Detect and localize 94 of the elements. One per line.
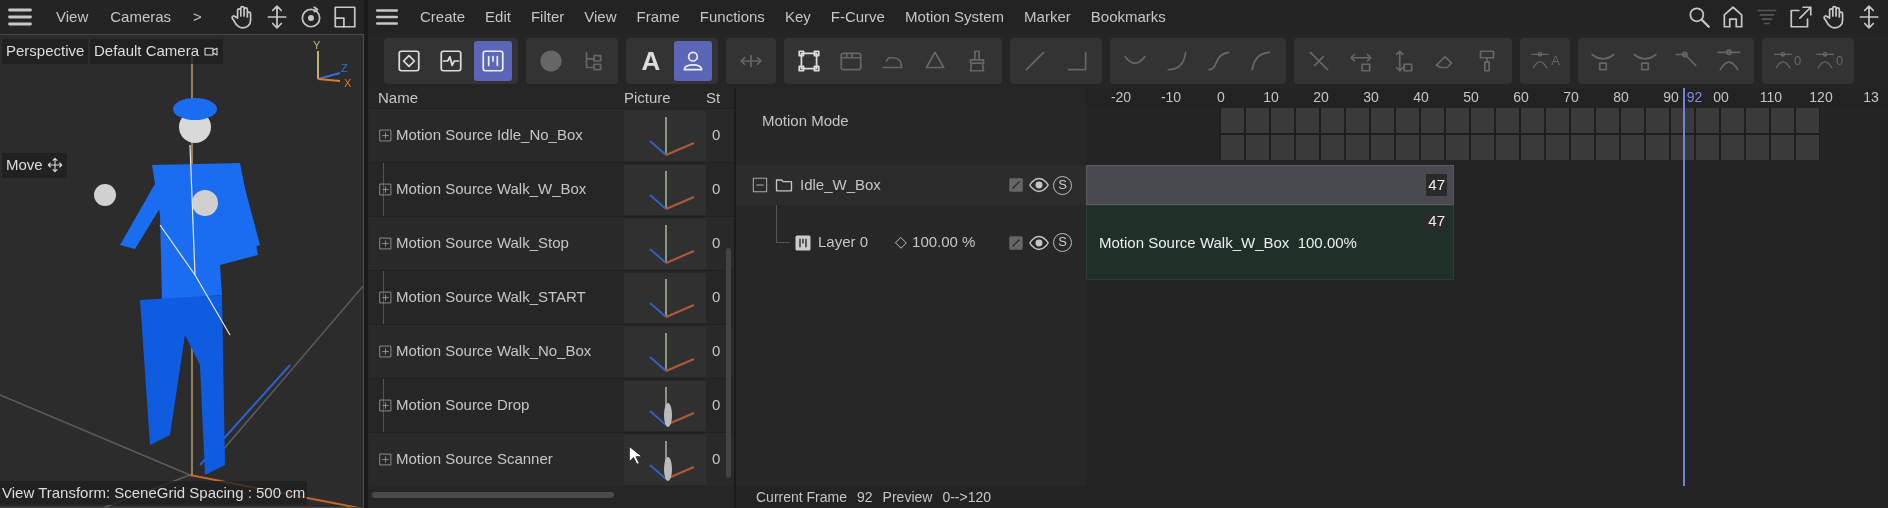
motion-source-name[interactable]: Motion Source Walk_Stop — [392, 232, 624, 255]
pencil-icon[interactable] — [1007, 176, 1025, 194]
menu-item[interactable]: Filter — [530, 5, 565, 29]
ruler-label: 80 — [1613, 89, 1629, 105]
expand-icon[interactable] — [379, 129, 392, 142]
menu-item[interactable]: Edit — [485, 5, 511, 29]
view-label[interactable]: Perspective — [2, 39, 89, 64]
ruler-label: 90 — [1663, 89, 1679, 105]
status-value: 0 — [711, 341, 722, 362]
menu-item[interactable]: View — [584, 5, 617, 29]
expand-icon[interactable] — [379, 183, 392, 196]
ruler-label: 13 — [1863, 89, 1879, 105]
status-value: 0 — [711, 395, 722, 416]
maximize-icon[interactable] — [332, 4, 358, 30]
menu-item[interactable]: Cameras — [110, 5, 172, 29]
column-header[interactable]: Picture — [624, 86, 706, 110]
expand-icon[interactable] — [379, 291, 392, 304]
menu-item[interactable]: Create — [420, 5, 466, 29]
home-icon[interactable] — [1720, 4, 1746, 30]
status-value: 0 — [711, 287, 722, 308]
playhead-label: 92 — [1686, 88, 1703, 106]
status-text: 92 — [857, 487, 873, 507]
menu-item[interactable]: Bookmarks — [1090, 5, 1166, 29]
weight-value[interactable]: 100.00 % — [912, 231, 976, 254]
status-value: 0 — [711, 233, 722, 254]
ruler-label: 50 — [1463, 89, 1479, 105]
track-name[interactable]: Idle_W_Box — [800, 173, 881, 197]
motion-source-name[interactable]: Motion Source Walk_START — [392, 286, 624, 309]
tangent-icon — [1772, 51, 1793, 71]
tangent-icon — [1530, 51, 1551, 71]
ruler-label: 10 — [1263, 89, 1279, 105]
menu-item[interactable]: Key — [784, 5, 811, 29]
menu-item[interactable]: Functions — [699, 5, 765, 29]
motion-source-name[interactable]: Motion Source Idle_No_Box — [392, 124, 624, 147]
status-value: 0 — [711, 449, 722, 470]
menu-item[interactable]: Frame — [636, 5, 680, 29]
clip-bar[interactable]: 47 Motion Source Walk_W_Box 100.00% — [1086, 205, 1454, 280]
motion-source-name[interactable]: Motion Source Scanner — [392, 448, 624, 471]
chevron-button[interactable]: > — [193, 5, 202, 29]
clip-end-label: 47 — [1426, 173, 1447, 197]
tree-line — [776, 205, 790, 243]
axis-label: X — [344, 77, 352, 89]
column-header[interactable]: St — [706, 86, 734, 110]
expand-icon[interactable] — [379, 237, 392, 250]
layer-icon — [794, 233, 812, 252]
menu-item[interactable]: F-Curve — [830, 5, 885, 29]
clip-label: Motion Source Walk_W_Box 100.00% — [1099, 233, 1357, 253]
column-header[interactable]: Name — [378, 86, 624, 110]
ruler-label: -20 — [1110, 89, 1132, 105]
motion-source-name[interactable]: Motion Source Walk_No_Box — [392, 340, 624, 363]
expand-icon[interactable] — [379, 345, 392, 358]
clip-end-label: 47 — [1426, 212, 1447, 229]
ruler-label: -10 — [1160, 89, 1182, 105]
collapse-icon[interactable] — [752, 177, 768, 193]
menu-item[interactable]: Motion System — [904, 5, 1005, 29]
move-icon — [46, 157, 63, 174]
motion-source-name[interactable]: Motion Source Drop — [392, 394, 624, 417]
ruler-label: 00 — [1713, 89, 1729, 105]
ruler-label: 0 — [1217, 89, 1225, 105]
status-text: 0-->120 — [942, 487, 992, 507]
motion-source-name[interactable]: Motion Source Walk_W_Box — [392, 178, 624, 201]
axis-icon — [317, 50, 341, 82]
pencil-icon[interactable] — [1007, 233, 1025, 252]
view-transform-label: View Transform: Scene — [2, 482, 157, 503]
axis-label: Y — [313, 39, 321, 51]
ruler-label: 30 — [1363, 89, 1379, 105]
menu-item[interactable]: View — [56, 5, 89, 29]
ruler-label: 20 — [1313, 89, 1329, 105]
diamond-icon[interactable] — [894, 235, 909, 250]
tangent-icon — [1814, 51, 1835, 71]
mode-label: Motion Mode — [761, 111, 850, 131]
dopesheet-icon[interactable] — [474, 41, 512, 81]
tool-label: Move — [6, 155, 43, 175]
ruler-label: 40 — [1413, 89, 1429, 105]
ruler-label: 120 — [1809, 89, 1833, 105]
status-value: 0 — [711, 125, 722, 146]
scrollbar[interactable] — [372, 492, 614, 498]
ruler-label: 110 — [1759, 89, 1783, 105]
status-text: Current Frame — [756, 487, 848, 507]
grid-spacing-label: Grid Spacing : 500 cm — [156, 482, 306, 503]
menu-item[interactable]: Marker — [1024, 5, 1071, 29]
track-name[interactable]: Layer 0 — [818, 231, 869, 254]
axis-label: Z — [341, 62, 348, 74]
playhead[interactable] — [1682, 88, 1685, 486]
expand-icon[interactable] — [379, 399, 392, 412]
clip-bar[interactable]: 47 — [1086, 165, 1454, 205]
external-link-icon[interactable] — [1788, 4, 1814, 30]
ruler-label: 60 — [1513, 89, 1529, 105]
person-icon[interactable] — [674, 41, 712, 81]
scrollbar[interactable] — [726, 248, 731, 478]
status-text: Preview — [882, 487, 933, 507]
status-value: 0 — [711, 179, 722, 200]
ruler-label: 70 — [1563, 89, 1579, 105]
expand-icon[interactable] — [379, 453, 392, 466]
